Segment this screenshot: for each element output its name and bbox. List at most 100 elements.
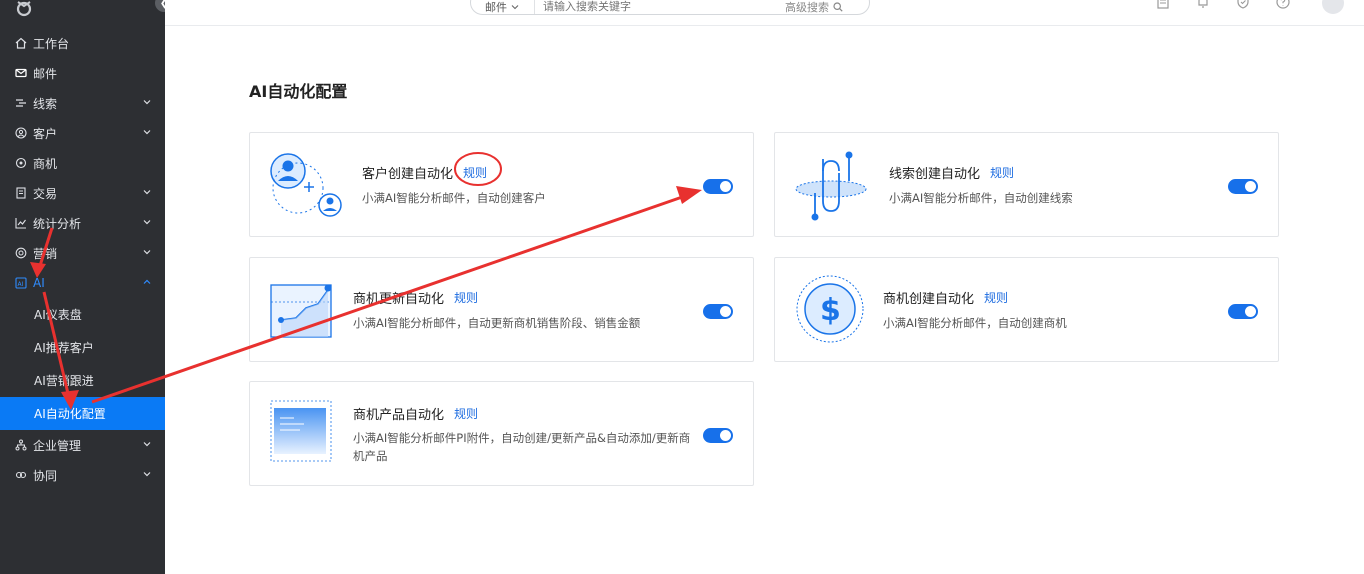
ai-icon: AI — [14, 277, 27, 290]
lead-create-illustration-icon — [795, 151, 867, 221]
card-title-row: 商机创建自动化 规则 — [883, 288, 1008, 307]
logo-icon[interactable] — [14, 0, 34, 22]
marketing-icon — [14, 247, 27, 260]
search-type-label: 邮件 — [485, 0, 507, 14]
org-chart-icon — [14, 439, 27, 452]
automation-card-customer: 客户创建自动化 规则 小满AI智能分析邮件，自动创建客户 — [249, 132, 754, 237]
card-title-row: 客户创建自动化 规则 — [362, 163, 487, 182]
svg-text:$: $ — [820, 293, 841, 328]
global-search: 邮件 高级搜索 — [470, 0, 870, 15]
customer-automation-toggle[interactable] — [703, 179, 733, 194]
dollar-circle-icon: $ — [796, 275, 864, 343]
document-icon — [14, 187, 27, 200]
customer-icon — [14, 127, 27, 140]
opportunity-create-toggle[interactable] — [1228, 304, 1258, 319]
chevron-down-icon — [143, 442, 151, 447]
card-title-row: 商机产品自动化 规则 — [353, 404, 478, 423]
automation-card-opportunity-product: 商机产品自动化 规则 小满AI智能分析邮件PI附件，自动创建/更新产品&自动添加… — [249, 381, 754, 486]
sidebar-subitem-ai-followup[interactable]: AI营销跟进 — [0, 364, 165, 397]
sidebar-item-deals[interactable]: 交易 — [0, 178, 165, 208]
mail-icon — [14, 67, 27, 80]
advanced-search-label: 高级搜索 — [785, 0, 829, 14]
leads-icon — [14, 97, 27, 110]
notes-icon[interactable] — [1155, 0, 1171, 10]
sidebar-subitem-ai-dashboard[interactable]: AI仪表盘 — [0, 298, 165, 331]
sidebar-item-mail[interactable]: 邮件 — [0, 58, 165, 88]
rule-link[interactable]: 规则 — [463, 164, 487, 181]
topbar-icons — [1155, 0, 1291, 10]
sidebar-item-label: 统计分析 — [33, 216, 82, 231]
search-input[interactable] — [535, 0, 785, 13]
shield-icon[interactable] — [1235, 0, 1251, 10]
sidebar-item-label: 交易 — [33, 186, 58, 201]
sidebar-nav: 工作台 邮件 线索 客户 商机 交易 统计分析 营销 AI AI AI仪表盘 A… — [0, 28, 165, 490]
leads-automation-toggle[interactable] — [1228, 179, 1258, 194]
automation-card-opportunity-update: 商机更新自动化 规则 小满AI智能分析邮件，自动更新商机销售阶段、销售金额 — [249, 257, 754, 362]
sidebar-item-customers[interactable]: 客户 — [0, 118, 165, 148]
line-chart-icon — [14, 217, 27, 230]
sidebar-item-ai[interactable]: AI AI — [0, 268, 165, 298]
target-icon — [14, 157, 27, 170]
sidebar-item-label: 客户 — [33, 126, 58, 141]
chevron-down-icon — [143, 250, 151, 255]
opportunity-product-toggle[interactable] — [703, 428, 733, 443]
card-title: 线索创建自动化 — [889, 167, 981, 182]
card-title: 商机产品自动化 — [353, 408, 445, 423]
card-description: 小满AI智能分析邮件，自动创建商机 — [883, 316, 1067, 330]
app-window: ❮ 工作台 邮件 线索 客户 商机 交易 统计分析 营销 AI AI AI仪表盘… — [0, 0, 1364, 574]
sidebar-item-marketing[interactable]: 营销 — [0, 238, 165, 268]
sidebar-item-collab[interactable]: 协同 — [0, 460, 165, 490]
automation-card-opportunity-create: $ 商机创建自动化 规则 小满AI智能分析邮件，自动创建商机 — [774, 257, 1279, 362]
card-title-row: 线索创建自动化 规则 — [889, 163, 1014, 182]
card-title-row: 商机更新自动化 规则 — [353, 288, 478, 307]
bell-icon[interactable] — [1195, 0, 1211, 10]
topbar: 邮件 高级搜索 — [165, 0, 1364, 26]
sidebar-item-label: AI — [33, 276, 45, 290]
card-description: 小满AI智能分析邮件PI附件，自动创建/更新产品&自动添加/更新商机产品 — [353, 431, 691, 463]
chevron-down-icon — [143, 130, 151, 135]
sidebar-item-label: 企业管理 — [33, 438, 82, 453]
home-icon — [14, 37, 27, 50]
sidebar-item-leads[interactable]: 线索 — [0, 88, 165, 118]
rule-link[interactable]: 规则 — [454, 405, 478, 422]
sidebar-subitem-ai-recommend[interactable]: AI推荐客户 — [0, 331, 165, 364]
chevron-up-icon — [143, 279, 151, 284]
opportunity-update-toggle[interactable] — [703, 304, 733, 319]
avatar[interactable] — [1322, 0, 1344, 14]
sidebar: ❮ 工作台 邮件 线索 客户 商机 交易 统计分析 营销 AI AI AI仪表盘… — [0, 0, 173, 574]
collab-icon — [14, 469, 27, 482]
search-icon — [833, 1, 843, 12]
rule-link[interactable]: 规则 — [454, 289, 478, 306]
search-type-select[interactable]: 邮件 — [471, 0, 535, 14]
sidebar-subitem-ai-automation[interactable]: AI自动化配置 — [0, 397, 165, 430]
card-description: 小满AI智能分析邮件，自动创建客户 — [362, 191, 546, 205]
sidebar-item-label: 工作台 — [33, 36, 70, 51]
card-title: 客户创建自动化 — [362, 167, 454, 182]
customer-create-illustration-icon — [270, 153, 342, 217]
page-title: AI自动化配置 — [249, 82, 348, 101]
sidebar-item-label: 邮件 — [33, 66, 58, 81]
sidebar-item-opportunities[interactable]: 商机 — [0, 148, 165, 178]
help-icon[interactable] — [1275, 0, 1291, 10]
sidebar-item-label: 线索 — [33, 96, 58, 111]
sidebar-item-workbench[interactable]: 工作台 — [0, 28, 165, 58]
card-description: 小满AI智能分析邮件，自动更新商机销售阶段、销售金额 — [353, 316, 641, 330]
sidebar-item-label: 商机 — [33, 156, 58, 171]
sidebar-item-label: 协同 — [33, 468, 58, 483]
document-product-illustration-icon — [270, 400, 332, 462]
opportunity-update-illustration-icon — [270, 284, 332, 338]
chevron-down-icon — [143, 100, 151, 105]
rule-link[interactable]: 规则 — [990, 164, 1014, 181]
rule-link[interactable]: 规则 — [984, 289, 1008, 306]
card-title: 商机更新自动化 — [353, 292, 445, 307]
svg-text:AI: AI — [17, 281, 23, 288]
chevron-down-icon — [511, 4, 519, 9]
card-description: 小满AI智能分析邮件，自动创建线索 — [889, 191, 1073, 205]
sidebar-item-enterprise[interactable]: 企业管理 — [0, 430, 165, 460]
card-title: 商机创建自动化 — [883, 292, 975, 307]
automation-card-leads: 线索创建自动化 规则 小满AI智能分析邮件，自动创建线索 — [774, 132, 1279, 237]
sidebar-item-label: 营销 — [33, 246, 58, 261]
advanced-search-button[interactable]: 高级搜索 — [785, 0, 843, 15]
chevron-down-icon — [143, 220, 151, 225]
sidebar-item-analytics[interactable]: 统计分析 — [0, 208, 165, 238]
